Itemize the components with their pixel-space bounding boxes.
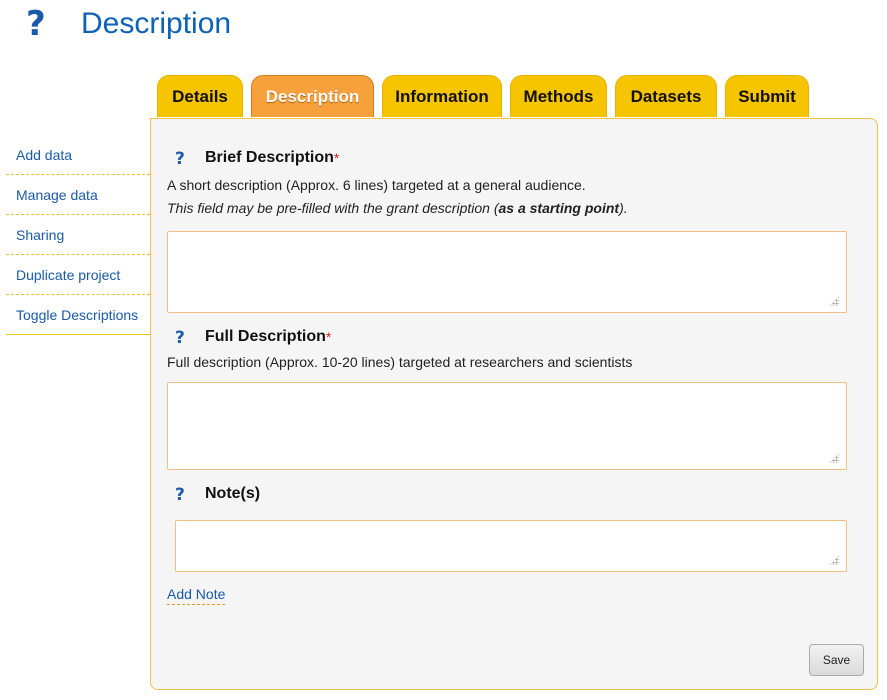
required-marker: * [333, 150, 340, 166]
tab-information[interactable]: Information [382, 75, 502, 117]
resize-grip-icon[interactable] [829, 453, 839, 463]
brief-description-textarea[interactable] [167, 231, 847, 313]
sidebar-item-toggle-descriptions[interactable]: Toggle Descriptions [6, 295, 150, 335]
resize-grip-icon[interactable] [829, 555, 839, 565]
tab-datasets[interactable]: Datasets [615, 75, 717, 117]
sidebar-item-add-data[interactable]: Add data [6, 135, 150, 175]
full-description-label-text: Full Description [205, 328, 326, 345]
brief-description-label: Brief Description* [205, 148, 339, 168]
brief-note-before: This field may be pre-filled with the gr… [167, 200, 499, 216]
full-description-textarea[interactable] [167, 382, 847, 470]
page-title: Description [81, 7, 232, 40]
brief-note-after: ). [619, 200, 628, 216]
brief-description-help: A short description (Approx. 6 lines) ta… [167, 177, 586, 193]
save-button[interactable]: Save [809, 644, 864, 676]
brief-description-note: This field may be pre-filled with the gr… [167, 199, 628, 217]
resize-grip-icon[interactable] [829, 296, 839, 306]
brief-help-icon[interactable]: ? [175, 149, 185, 169]
sidebar-item-sharing[interactable]: Sharing [6, 215, 150, 255]
tab-methods[interactable]: Methods [510, 75, 607, 117]
tab-description[interactable]: Description [251, 75, 374, 117]
page-help-icon[interactable]: ? [26, 2, 46, 46]
sidebar-item-manage-data[interactable]: Manage data [6, 175, 150, 215]
brief-description-label-text: Brief Description [205, 149, 334, 166]
brief-note-bold: as a starting point [498, 200, 620, 216]
full-help-icon[interactable]: ? [175, 328, 185, 348]
notes-textarea[interactable] [175, 520, 847, 572]
tab-details[interactable]: Details [157, 75, 243, 117]
form-panel: ? Brief Description* A short description… [150, 118, 878, 690]
tab-submit[interactable]: Submit [725, 75, 809, 117]
sidebar-item-duplicate-project[interactable]: Duplicate project [6, 255, 150, 295]
notes-label: Note(s) [205, 485, 261, 502]
notes-help-icon[interactable]: ? [175, 485, 185, 505]
full-description-help: Full description (Approx. 10-20 lines) t… [167, 354, 633, 370]
required-marker: * [325, 329, 332, 345]
full-description-label: Full Description* [205, 327, 331, 347]
sidebar: Add data Manage data Sharing Duplicate p… [6, 135, 150, 335]
add-note-link[interactable]: Add Note [167, 585, 226, 605]
